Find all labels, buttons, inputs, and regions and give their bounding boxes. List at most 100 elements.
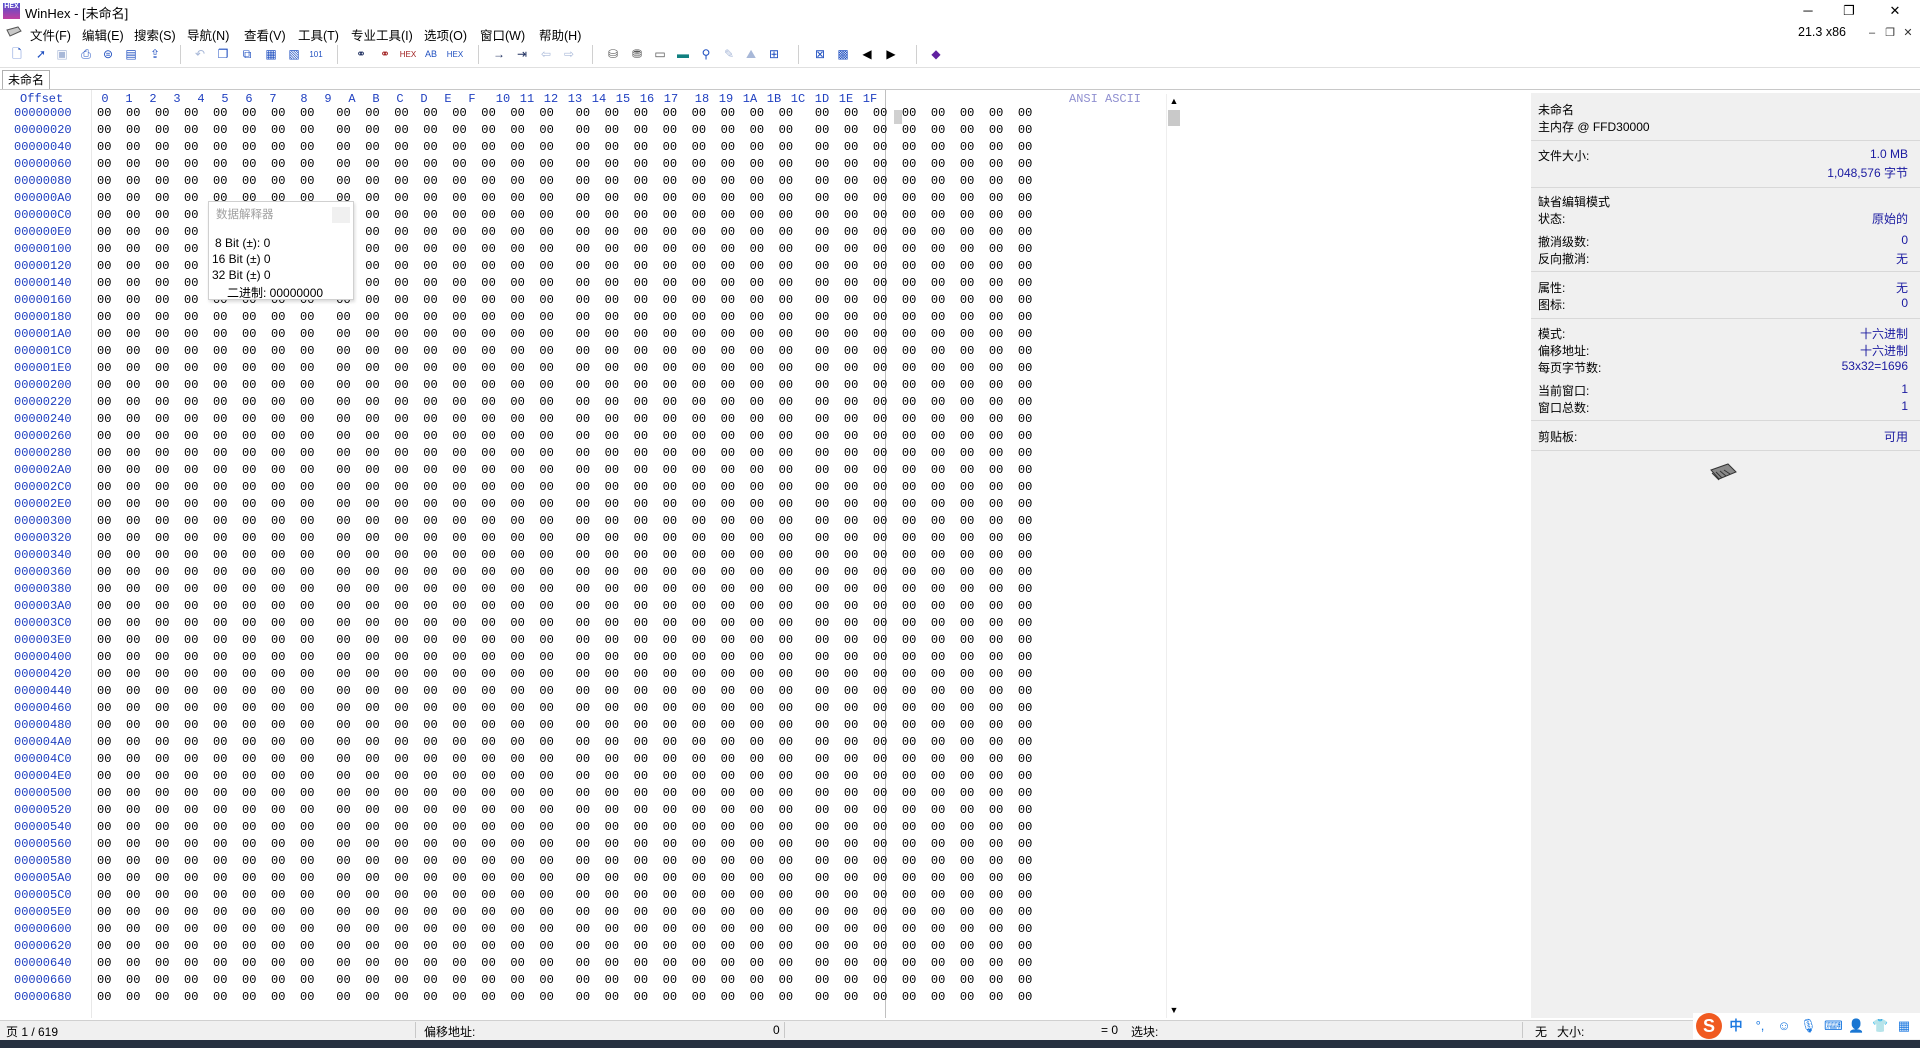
row-offset[interactable]: 000005C0 — [14, 888, 72, 902]
forward-icon[interactable]: ⇨ — [560, 46, 578, 63]
skin-icon[interactable]: 👕 — [1872, 1018, 1888, 1034]
minimize-button[interactable]: ─ — [1785, 0, 1831, 22]
row-bytes[interactable]: 00 00 00 00 00 00 00 00 00 00 00 00 00 0… — [97, 905, 1032, 919]
row-bytes[interactable]: 00 00 00 00 00 00 00 00 00 00 00 00 00 0… — [97, 514, 1032, 528]
binary-icon[interactable]: 101 — [307, 46, 325, 63]
row-offset[interactable]: 00000660 — [14, 973, 72, 987]
row-offset[interactable]: 00000620 — [14, 939, 72, 953]
hex-row[interactable]: 00000340 00 00 00 00 00 00 00 00 00 00 00… — [0, 548, 1032, 565]
grid-icon[interactable]: ▦ — [1896, 1018, 1912, 1034]
hex-row[interactable]: 00000560 00 00 00 00 00 00 00 00 00 00 00… — [0, 837, 1032, 854]
row-offset[interactable]: 00000600 — [14, 922, 72, 936]
user-icon[interactable]: 👤 — [1848, 1018, 1864, 1034]
row-offset[interactable]: 000000A0 — [14, 191, 72, 205]
hex-row[interactable]: 000000C0 00 00 00 00 00 00 00 00 00 00 00… — [0, 208, 1032, 225]
row-bytes[interactable]: 00 00 00 00 00 00 00 00 00 00 00 00 00 0… — [97, 888, 1032, 902]
menu-specialist-tools[interactable]: 专业工具(I) — [351, 25, 413, 44]
row-offset[interactable]: 000005E0 — [14, 905, 72, 919]
row-offset[interactable]: 00000500 — [14, 786, 72, 800]
emoji-icon[interactable]: ☺ — [1776, 1018, 1792, 1034]
row-offset[interactable]: 00000460 — [14, 701, 72, 715]
hex-row[interactable]: 00000320 00 00 00 00 00 00 00 00 00 00 00… — [0, 531, 1032, 548]
row-bytes[interactable]: 00 00 00 00 00 00 00 00 00 00 00 00 00 0… — [97, 446, 1032, 460]
menu-help[interactable]: 帮助(H) — [539, 25, 581, 44]
back-icon[interactable]: ⇦ — [537, 46, 555, 63]
hex-row[interactable]: 00000020 00 00 00 00 00 00 00 00 00 00 00… — [0, 123, 1032, 140]
row-bytes[interactable]: 00 00 00 00 00 00 00 00 00 00 00 00 00 0… — [97, 939, 1032, 953]
row-bytes[interactable]: 00 00 00 00 00 00 00 00 00 00 00 00 00 0… — [97, 735, 1032, 749]
hex-row[interactable]: 00000240 00 00 00 00 00 00 00 00 00 00 00… — [0, 412, 1032, 429]
row-offset[interactable]: 00000060 — [14, 157, 72, 171]
row-offset[interactable]: 00000580 — [14, 854, 72, 868]
row-offset[interactable]: 00000300 — [14, 514, 72, 528]
search-icon[interactable]: ⚲ — [697, 46, 715, 63]
hex-row[interactable]: 000005C0 00 00 00 00 00 00 00 00 00 00 00… — [0, 888, 1032, 905]
row-offset[interactable]: 00000400 — [14, 650, 72, 664]
keyboard-icon[interactable]: ⌨ — [1824, 1018, 1843, 1034]
row-offset[interactable]: 00000480 — [14, 718, 72, 732]
find-replace-icon[interactable]: ⚭ — [376, 46, 394, 63]
tools-icon[interactable]: ✎ — [720, 46, 738, 63]
row-bytes[interactable]: 00 00 00 00 00 00 00 00 00 00 00 00 00 0… — [97, 837, 1032, 851]
row-offset[interactable]: 000002A0 — [14, 463, 72, 477]
row-offset[interactable]: 000004A0 — [14, 735, 72, 749]
hash-icon[interactable]: ▬ — [674, 46, 692, 63]
row-offset[interactable]: 00000080 — [14, 174, 72, 188]
row-bytes[interactable]: 00 00 00 00 00 00 00 00 00 00 00 00 00 0… — [97, 361, 1032, 375]
row-bytes[interactable]: 00 00 00 00 00 00 00 00 00 00 00 00 00 0… — [97, 395, 1032, 409]
row-offset[interactable]: 00000560 — [14, 837, 72, 851]
row-offset[interactable]: 00000160 — [14, 293, 72, 307]
row-offset[interactable]: 000000C0 — [14, 208, 72, 222]
export-icon[interactable]: ⇪ — [146, 46, 164, 63]
row-bytes[interactable]: 00 00 00 00 00 00 00 00 00 00 00 00 00 0… — [97, 633, 1032, 647]
find-hex-icon[interactable]: HEX — [399, 46, 417, 63]
row-offset[interactable]: 00000420 — [14, 667, 72, 681]
hex-row[interactable]: 00000420 00 00 00 00 00 00 00 00 00 00 00… — [0, 667, 1032, 684]
hex-row[interactable]: 00000100 00 00 00 00 00 00 00 00 00 00 00… — [0, 242, 1032, 259]
row-bytes[interactable]: 00 00 00 00 00 00 00 00 00 00 00 00 00 0… — [97, 123, 1032, 137]
maximize-button[interactable]: ❐ — [1826, 0, 1872, 22]
row-offset[interactable]: 000003E0 — [14, 633, 72, 647]
new-file-icon[interactable]: 🗋 — [8, 46, 26, 63]
hex-row[interactable]: 00000440 00 00 00 00 00 00 00 00 00 00 00… — [0, 684, 1032, 701]
row-bytes[interactable]: 00 00 00 00 00 00 00 00 00 00 00 00 00 0… — [97, 752, 1032, 766]
menu-search[interactable]: 搜索(S) — [134, 25, 176, 44]
row-offset[interactable]: 00000000 — [14, 106, 72, 120]
open-disk-icon[interactable]: ⛁ — [604, 46, 622, 63]
menu-navigate[interactable]: 导航(N) — [187, 25, 229, 44]
properties-icon[interactable]: ⊜ — [99, 46, 117, 63]
hex-row[interactable]: 00000480 00 00 00 00 00 00 00 00 00 00 00… — [0, 718, 1032, 735]
hex-row[interactable]: 000002A0 00 00 00 00 00 00 00 00 00 00 00… — [0, 463, 1032, 480]
hex-row[interactable]: 00000580 00 00 00 00 00 00 00 00 00 00 00… — [0, 854, 1032, 871]
hex-row[interactable]: 000002C0 00 00 00 00 00 00 00 00 00 00 00… — [0, 480, 1032, 497]
interpreter-close-button[interactable] — [332, 207, 350, 223]
row-offset[interactable]: 00000180 — [14, 310, 72, 324]
row-offset[interactable]: 00000320 — [14, 531, 72, 545]
prev-icon[interactable]: ◀ — [858, 46, 876, 63]
hex-row[interactable]: 000004C0 00 00 00 00 00 00 00 00 00 00 00… — [0, 752, 1032, 769]
open-file-icon[interactable]: ➚ — [32, 46, 50, 63]
replace-hex-icon[interactable]: HEX — [446, 46, 464, 63]
hex-row[interactable]: 00000220 00 00 00 00 00 00 00 00 00 00 00… — [0, 395, 1032, 412]
row-bytes[interactable]: 00 00 00 00 00 00 00 00 00 00 00 00 00 0… — [97, 140, 1032, 154]
row-bytes[interactable]: 00 00 00 00 00 00 00 00 00 00 00 00 00 0… — [97, 871, 1032, 885]
next-icon[interactable]: ▶ — [882, 46, 900, 63]
row-offset[interactable]: 00000200 — [14, 378, 72, 392]
row-bytes[interactable]: 00 00 00 00 00 00 00 00 00 00 00 00 00 0… — [97, 701, 1032, 715]
row-bytes[interactable]: 00 00 00 00 00 00 00 00 00 00 00 00 00 0… — [97, 803, 1032, 817]
copy-icon[interactable]: ❐ — [214, 46, 232, 63]
sogou-logo-icon[interactable]: S — [1696, 1013, 1722, 1039]
row-bytes[interactable]: 00 00 00 00 00 00 00 00 00 00 00 00 00 0… — [97, 157, 1032, 171]
hex-row[interactable]: 000003A0 00 00 00 00 00 00 00 00 00 00 00… — [0, 599, 1032, 616]
view-icon[interactable]: ⊠ — [811, 46, 829, 63]
row-offset[interactable]: 00000680 — [14, 990, 72, 1004]
hex-row[interactable]: 000004E0 00 00 00 00 00 00 00 00 00 00 00… — [0, 769, 1032, 786]
voice-icon[interactable]: 🎙 — [1800, 1018, 1817, 1034]
row-offset[interactable]: 000002C0 — [14, 480, 72, 494]
row-bytes[interactable]: 00 00 00 00 00 00 00 00 00 00 00 00 00 0… — [97, 684, 1032, 698]
row-offset[interactable]: 00000520 — [14, 803, 72, 817]
row-bytes[interactable]: 00 00 00 00 00 00 00 00 00 00 00 00 00 0… — [97, 922, 1032, 936]
row-bytes[interactable]: 00 00 00 00 00 00 00 00 00 00 00 00 00 0… — [97, 854, 1032, 868]
disk-write-icon[interactable]: ⛃ — [628, 46, 646, 63]
row-offset[interactable]: 000001E0 — [14, 361, 72, 375]
